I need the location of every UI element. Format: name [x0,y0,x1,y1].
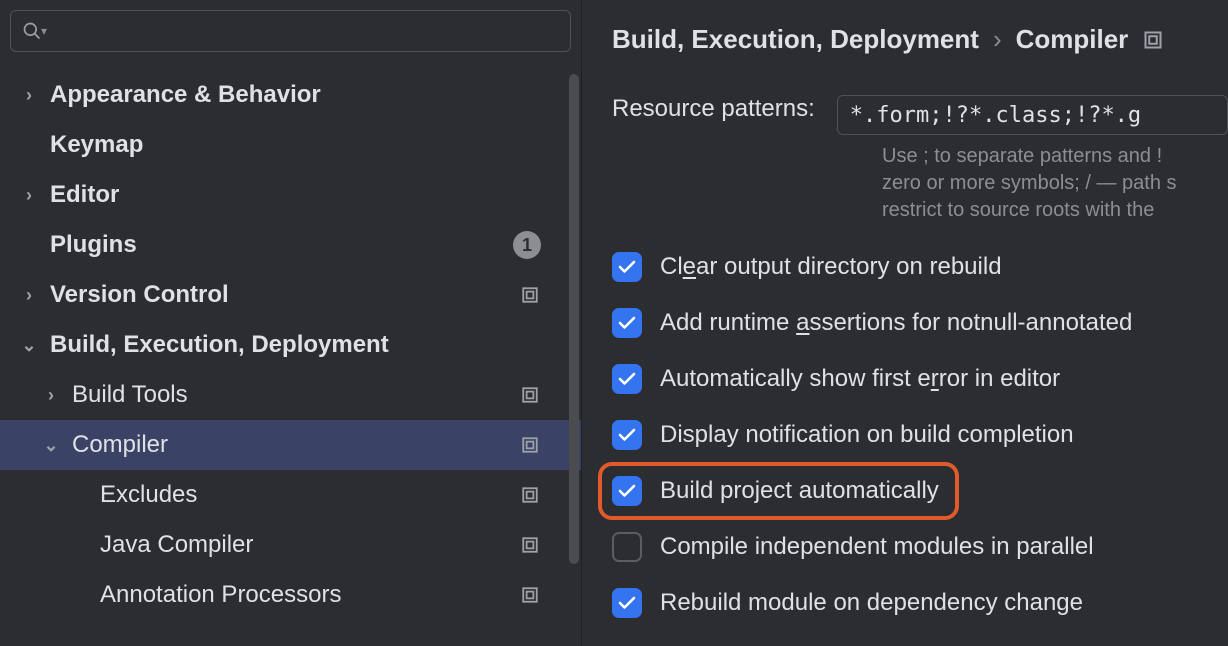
checkbox-row: Display notification on build completion [612,420,1228,450]
checkbox[interactable] [612,308,642,338]
breadcrumb-current: Compiler [1016,24,1129,55]
search-box[interactable]: ▾ [10,10,571,52]
checkbox-row: Rebuild module on dependency change [612,588,1228,618]
checkbox-label[interactable]: Compile independent modules in parallel [660,533,1094,561]
sidebar-item-compiler[interactable]: ⌄ Compiler [0,420,581,470]
checkbox-label[interactable]: Clear output directory on rebuild [660,253,1002,281]
settings-scope-icon [519,284,541,306]
sidebar-item-plugins[interactable]: ›Plugins1 [0,220,581,270]
sidebar-item-label: Excludes [100,481,519,509]
settings-scope-icon [519,584,541,606]
sidebar-item-label: Build, Execution, Deployment [50,331,541,359]
sidebar-item-label: Keymap [50,131,541,159]
settings-sidebar: ▾ ›Appearance & Behavior›Keymap›Editor›P… [0,0,582,646]
settings-tree: ›Appearance & Behavior›Keymap›Editor›Plu… [0,64,581,646]
checkbox-label[interactable]: Rebuild module on dependency change [660,589,1083,617]
sidebar-item-java-compiler[interactable]: ›Java Compiler [0,520,581,570]
sidebar-item-label: Appearance & Behavior [50,81,541,109]
checkbox-label[interactable]: Display notification on build completion [660,421,1074,449]
sidebar-item-label: Annotation Processors [100,581,519,609]
checkbox[interactable] [612,420,642,450]
checkbox-label[interactable]: Add runtime assertions for notnull-annot… [660,309,1132,337]
resource-patterns-label: Resource patterns: [612,95,815,123]
sidebar-item-label: Java Compiler [100,531,519,559]
resource-patterns-row: Resource patterns: [612,95,1228,135]
checkbox[interactable] [612,252,642,282]
breadcrumb-parent[interactable]: Build, Execution, Deployment [612,24,979,55]
checkbox[interactable] [612,476,642,506]
resource-patterns-hint: Use ; to separate patterns and ! zero or… [882,143,1228,224]
settings-content: Build, Execution, Deployment › Compiler … [582,0,1228,646]
settings-scope-icon [1142,29,1164,51]
settings-scope-icon [519,384,541,406]
checkbox-label[interactable]: Automatically show first error in editor [660,365,1060,393]
sidebar-item-version-control[interactable]: › Version Control [0,270,581,320]
sidebar-item-build-execution-deployment[interactable]: ⌄ Build, Execution, Deployment [0,320,581,370]
search-container: ▾ [0,0,581,64]
breadcrumb: Build, Execution, Deployment › Compiler [612,24,1228,55]
sidebar-item-editor[interactable]: › Editor [0,170,581,220]
sidebar-item-excludes[interactable]: ›Excludes [0,470,581,520]
checkbox[interactable] [612,588,642,618]
search-dropdown-icon[interactable]: ▾ [41,24,47,38]
scrollbar[interactable] [569,74,579,564]
sidebar-item-label: Build Tools [72,381,519,409]
checkbox-row: Compile independent modules in parallel [612,532,1228,562]
sidebar-item-keymap[interactable]: ›Keymap [0,120,581,170]
checkbox-row: Clear output directory on rebuild [612,252,1228,282]
checkbox-row: Automatically show first error in editor [612,364,1228,394]
sidebar-item-annotation-processors[interactable]: ›Annotation Processors [0,570,581,620]
sidebar-item-label: Version Control [50,281,519,309]
settings-scope-icon [519,434,541,456]
sidebar-item-build-tools[interactable]: › Build Tools [0,370,581,420]
chevron-right-icon: › [40,385,62,406]
settings-scope-icon [519,484,541,506]
plugins-update-badge: 1 [513,231,541,259]
sidebar-item-label: Compiler [72,431,519,459]
chevron-right-icon: › [993,24,1002,55]
checkbox[interactable] [612,364,642,394]
sidebar-item-label: Plugins [50,231,513,259]
checkbox[interactable] [612,532,642,562]
settings-scope-icon [519,534,541,556]
checkbox-row: Build project automatically [612,476,1228,506]
sidebar-item-label: Editor [50,181,541,209]
chevron-down-icon: ⌄ [18,335,40,356]
checkbox-label[interactable]: Build project automatically [660,477,939,505]
highlighted-option: Build project automatically [598,462,959,520]
sidebar-item-appearance-behavior[interactable]: › Appearance & Behavior [0,70,581,120]
checkbox-row: Add runtime assertions for notnull-annot… [612,308,1228,338]
chevron-right-icon: › [18,85,40,106]
compiler-options: Clear output directory on rebuild Add run… [612,252,1228,618]
chevron-down-icon: ⌄ [40,435,62,456]
resource-patterns-input[interactable] [837,95,1228,135]
chevron-right-icon: › [18,285,40,306]
chevron-right-icon: › [18,185,40,206]
search-input[interactable] [53,20,560,43]
search-icon [21,20,43,42]
